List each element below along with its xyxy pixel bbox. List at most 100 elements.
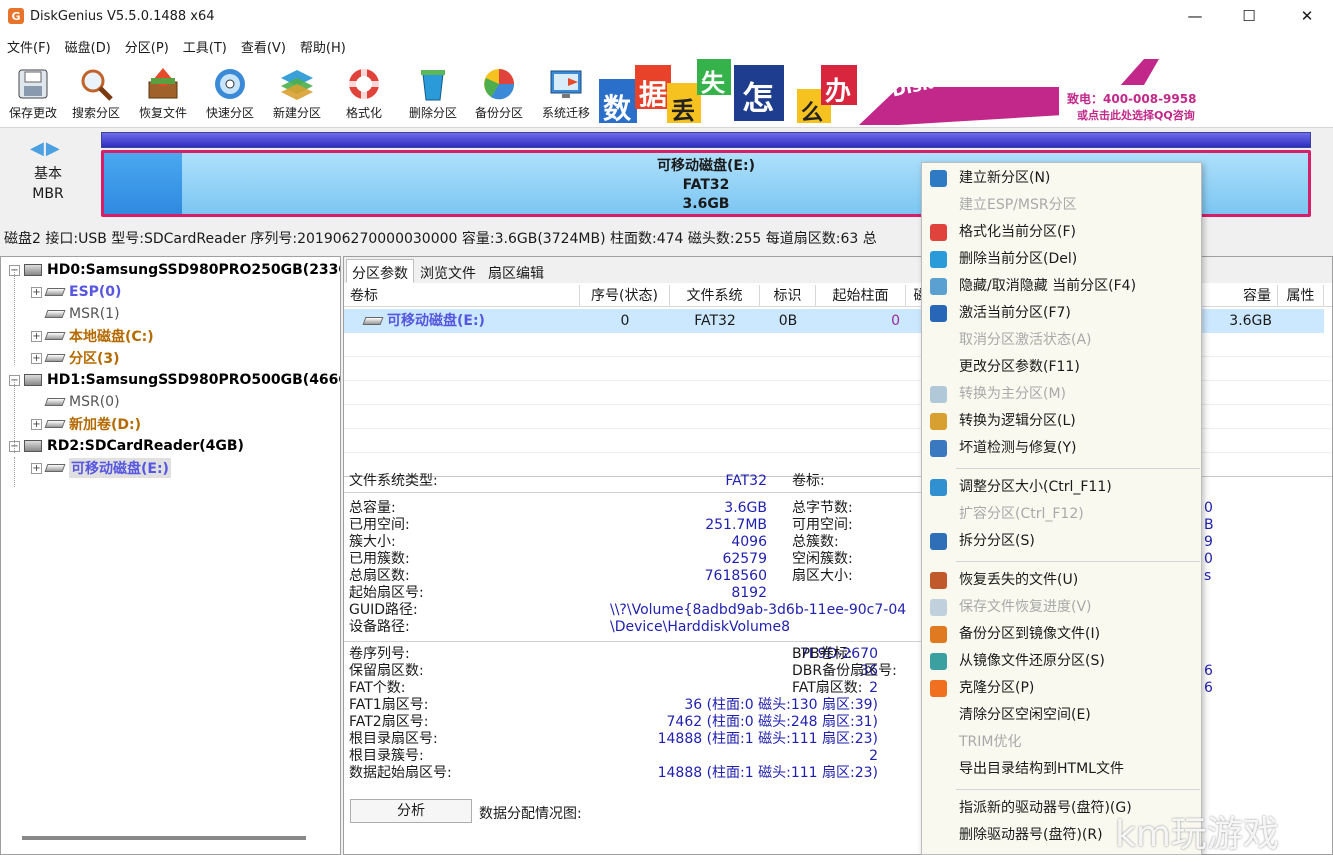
ad-phone: 致电：400-008-9958 xyxy=(1067,92,1197,106)
context-menu-item[interactable]: 备份分区到镜像文件(I) xyxy=(922,621,1201,648)
title-bar: G DiskGenius V5.5.0.1488 x64 — ☐ ✕ xyxy=(0,0,1333,32)
toolbar-layers-button[interactable]: 新建分区 xyxy=(264,62,330,124)
menu-4[interactable]: 查看(V) xyxy=(234,37,293,56)
ad-link: 或点击此处选择QQ咨询 xyxy=(1077,109,1195,122)
disk-nav-arrows-icon[interactable]: ◀▶ xyxy=(30,138,62,159)
minimize-button[interactable]: — xyxy=(1172,0,1218,32)
tree-node[interactable]: + 分区(3) xyxy=(31,347,120,369)
close-button[interactable]: ✕ xyxy=(1284,0,1330,32)
convert-logical-icon xyxy=(930,413,947,430)
context-menu-item[interactable]: 坏道检测与修复(Y) xyxy=(922,435,1201,462)
maximize-button[interactable]: ☐ xyxy=(1226,0,1272,32)
tree-expand-toggle-icon[interactable]: + xyxy=(31,352,42,364)
toolbar-monitor-migrate-button[interactable]: 系统迁移 xyxy=(533,62,599,124)
table-cell xyxy=(1278,309,1324,333)
tree-expand-toggle-icon[interactable]: + xyxy=(31,286,42,298)
context-menu-item[interactable]: 激活当前分区(F7) xyxy=(922,300,1201,327)
app-logo-icon: G xyxy=(8,8,24,24)
menu-2[interactable]: 分区(P) xyxy=(118,37,176,56)
tree-node[interactable]: − RD2:SDCardReader(4GB) xyxy=(9,435,244,457)
toolbar-save-changes-button[interactable]: 保存更改 xyxy=(0,62,66,124)
tree-node[interactable]: MSR(1) xyxy=(31,303,120,325)
tree-node[interactable]: + 新加卷(D:) xyxy=(31,413,141,435)
detail-key: 设备路径: xyxy=(349,619,410,635)
tab-1[interactable]: 浏览文件 xyxy=(414,259,482,283)
context-menu-label: 取消分区激活状态(A) xyxy=(959,332,1092,348)
context-menu-item[interactable]: 转换为逻辑分区(L) xyxy=(922,408,1201,435)
table-cell-text: FAT32 xyxy=(694,313,736,329)
toolbar-lifebuoy-button[interactable]: 格式化 xyxy=(331,62,397,124)
tree-node-label: ESP(0) xyxy=(69,284,122,300)
tree-node-label: RD2:SDCardReader(4GB) xyxy=(47,438,244,454)
tree-node[interactable]: − HD1:SamsungSSD980PRO500GB(466G xyxy=(9,369,340,391)
context-menu-label: 更改分区参数(F11) xyxy=(959,359,1080,375)
column-header[interactable]: 卷标 xyxy=(344,285,580,307)
tree-horizontal-scrollbar[interactable] xyxy=(22,836,306,840)
toolbar-disc-button[interactable]: 快速分区 xyxy=(197,62,263,124)
analyze-button[interactable]: 分析 xyxy=(350,799,472,823)
disk-bar[interactable] xyxy=(101,132,1311,148)
context-menu-item[interactable]: 格式化当前分区(F) xyxy=(922,219,1201,246)
restore-box-icon xyxy=(145,66,181,102)
detail-value: 7618560 xyxy=(704,568,767,584)
menu-bar: 文件(F) 磁盘(D) 分区(P) 工具(T) 查看(V) 帮助(H) xyxy=(0,32,1333,60)
tree-node[interactable]: + 可移动磁盘(E:) xyxy=(31,457,171,479)
resize-icon xyxy=(930,479,947,496)
toolbar-recycle-bin-button[interactable]: 删除分区 xyxy=(400,62,466,124)
context-menu-label: 克隆分区(P) xyxy=(959,680,1035,696)
context-menu-item[interactable]: 隐藏/取消隐藏 当前分区(F4) xyxy=(922,273,1201,300)
column-header[interactable]: 属性 xyxy=(1278,285,1324,307)
tree-expand-toggle-icon[interactable]: + xyxy=(31,462,42,474)
column-header[interactable]: 标识 xyxy=(760,285,816,307)
allocation-map-label: 数据分配情况图: xyxy=(479,806,582,822)
detail-value: FAT32 xyxy=(725,473,767,489)
context-menu-item[interactable]: 建立新分区(N) xyxy=(922,165,1201,192)
tab-2[interactable]: 扇区编辑 xyxy=(482,259,550,283)
tree-node[interactable]: MSR(0) xyxy=(31,391,120,413)
context-menu-label: 导出目录结构到HTML文件 xyxy=(959,761,1124,777)
column-header[interactable]: 序号(状态) xyxy=(580,285,670,307)
context-menu-item[interactable]: 清除分区空闲空间(E) xyxy=(922,702,1201,729)
volume-icon xyxy=(44,288,66,296)
convert-primary-icon xyxy=(930,386,947,403)
tree-node[interactable]: + ESP(0) xyxy=(31,281,121,303)
toolbar-pie-button[interactable]: 备份分区 xyxy=(466,62,532,124)
toolbar-magnifier-button[interactable]: 搜索分区 xyxy=(63,62,129,124)
table-cell: 0 xyxy=(816,309,906,333)
tree-node[interactable]: + 本地磁盘(C:) xyxy=(31,325,154,347)
ad-char-4: 失 xyxy=(701,69,725,97)
recover-icon xyxy=(930,572,947,589)
detail-key: GUID路径: xyxy=(349,602,418,618)
column-header[interactable]: 容量 xyxy=(1206,285,1278,307)
volume-icon xyxy=(44,464,66,472)
detail-value: 36 (柱面:0 磁头:130 扇区:39) xyxy=(684,697,878,713)
tree-node-label: MSR(0) xyxy=(69,394,120,410)
detail-key: 已用簇数: xyxy=(349,551,410,567)
tab-0[interactable]: 分区参数 xyxy=(346,259,414,283)
tree-node[interactable]: − HD0:SamsungSSD980PRO250GB(233G xyxy=(9,259,340,281)
context-menu-item[interactable]: 克隆分区(P) xyxy=(922,675,1201,702)
menu-1[interactable]: 磁盘(D) xyxy=(58,37,118,56)
context-menu-item[interactable]: 恢复丢失的文件(U) xyxy=(922,567,1201,594)
disk-tree-pane: − HD0:SamsungSSD980PRO250GB(233G + ESP(0) MS… xyxy=(0,256,341,855)
detail-value: B xyxy=(1204,517,1214,533)
context-menu-label: 建立ESP/MSR分区 xyxy=(959,197,1077,213)
toolbar-restore-box-button[interactable]: 恢复文件 xyxy=(130,62,196,124)
context-menu-item[interactable]: 导出目录结构到HTML文件 xyxy=(922,756,1201,783)
column-header[interactable]: 文件系统 xyxy=(670,285,760,307)
column-header[interactable]: 起始柱面 xyxy=(816,285,906,307)
volume-icon xyxy=(362,317,384,325)
menu-3[interactable]: 工具(T) xyxy=(176,37,234,56)
menu-5[interactable]: 帮助(H) xyxy=(293,37,353,56)
context-menu-item[interactable]: 更改分区参数(F11) xyxy=(922,354,1201,381)
backup-icon xyxy=(930,626,947,643)
tree-expand-toggle-icon[interactable]: + xyxy=(31,330,42,342)
context-menu-item[interactable]: 从镜像文件还原分区(S) xyxy=(922,648,1201,675)
menu-0[interactable]: 文件(F) xyxy=(0,37,58,56)
lifebuoy-icon xyxy=(346,66,382,102)
context-menu-item[interactable]: 删除当前分区(Del) xyxy=(922,246,1201,273)
tree-expand-toggle-icon[interactable]: + xyxy=(31,418,42,430)
ad-banner[interactable]: 数 据 丢 失 怎 么 办 DiskGenius 团队为您服务 致电：400-0… xyxy=(599,59,1210,125)
context-menu-item[interactable]: 调整分区大小(Ctrl_F11) xyxy=(922,474,1201,501)
context-menu-item[interactable]: 拆分分区(S) xyxy=(922,528,1201,555)
